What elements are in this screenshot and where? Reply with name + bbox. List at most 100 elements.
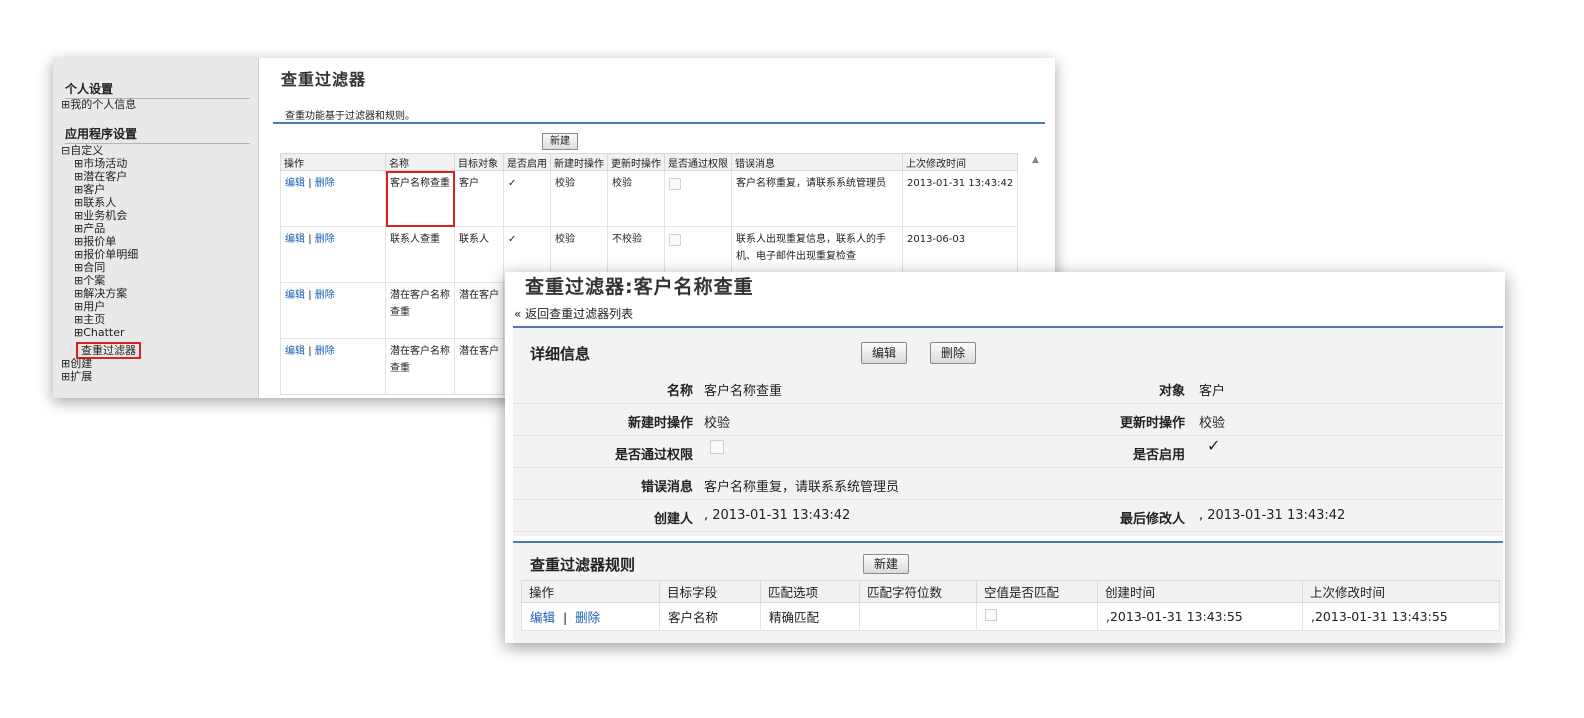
name-value: 客户名称查重 [704,384,783,399]
sidebar-item-quote-lines[interactable]: ⊞报价单明细 [74,248,138,261]
column-header[interactable]: 更新时操作 [607,153,665,171]
table-row: 编辑 | 删除 客户名称查重 客户 ✓ 校验 校验 客户名称重复，请联系系统管理… [280,170,1019,227]
column-header[interactable]: 匹配选项 [760,580,860,603]
detail-page-title: 查重过滤器:客户名称查重 [525,276,754,298]
filter-name-cell[interactable]: 联系人查重 [385,226,455,283]
error-label: 错误消息 [640,480,693,495]
detail-row-flags: 是否通过权限 是否启用 ✓ [513,436,1503,468]
sidebar-item-chatter[interactable]: ⊞Chatter [74,326,125,339]
column-header[interactable]: 目标对象 [454,153,504,171]
new-filter-button[interactable]: 新建 [542,133,578,150]
personal-settings-heading: 个人设置 [65,80,250,99]
edit-link[interactable]: 编辑 [285,346,305,357]
sidebar-item-duplicate-filters[interactable]: 查重过滤器 [76,342,141,359]
delete-link[interactable]: 删除 [315,346,335,357]
row-actions: 编辑 | 删除 [280,282,386,339]
edit-button[interactable]: 编辑 [861,342,908,364]
sidebar-item-contracts[interactable]: ⊞合同 [74,261,105,274]
separator: | [308,346,312,357]
sidebar-item-users[interactable]: ⊞用户 [74,300,105,313]
back-to-list-link[interactable]: « 返回查重过滤器列表 [514,305,633,322]
rules-table: 操作 目标字段 匹配选项 匹配字符位数 空值是否匹配 创建时间 上次修改时间 编… [521,580,1500,631]
filter-detail-window: 查重过滤器:客户名称查重 « 返回查重过滤器列表 详细信息 编辑 删除 名称 客… [505,272,1505,643]
row-actions: 编辑 | 删除 [521,602,660,631]
on-create-value: 校验 [704,416,731,431]
table-header-row: 操作 名称 目标对象 是否启用 新建时操作 更新时操作 是否通过权限 错误消息 … [280,153,1019,171]
column-header[interactable]: 名称 [385,153,455,171]
object-value: 客户 [1199,384,1226,399]
delete-link[interactable]: 删除 [315,290,335,301]
table-header-row: 操作 目标字段 匹配选项 匹配字符位数 空值是否匹配 创建时间 上次修改时间 [521,580,1500,603]
sidebar-item-customize[interactable]: ⊟自定义 [61,144,103,157]
delete-link[interactable]: 删除 [575,610,600,625]
sidebar-item-my-info[interactable]: ⊞我的个人信息 [61,98,136,111]
sidebar-item-contacts[interactable]: ⊞联系人 [74,196,116,209]
checkbox-unchecked-icon [985,609,997,621]
bypass-cell [664,170,732,227]
match-cell: 精确匹配 [760,602,860,631]
sidebar-item-cases[interactable]: ⊞个案 [74,274,105,287]
modified-cell: ,2013-01-31 13:43:55 [1302,602,1500,631]
sidebar-item-products[interactable]: ⊞产品 [74,222,105,235]
separator: | [562,610,568,625]
detail-row-error: 错误消息 客户名称重复，请联系系统管理员 [513,468,1503,500]
sidebar-item-leads[interactable]: ⊞潜在客户 [74,170,127,183]
delete-link[interactable]: 删除 [315,178,335,189]
created-cell: ,2013-01-31 13:43:55 [1097,602,1303,631]
edit-link[interactable]: 编辑 [285,178,305,189]
rules-section: 查重过滤器规则 新建 操作 目标字段 匹配选项 匹配字符位数 空值是否匹配 创建… [513,541,1503,643]
detail-section: 详细信息 编辑 删除 名称 客户名称查重 对象 客户 新建时操作 校验 更新时操… [513,326,1503,536]
error-message-cell: 客户名称重复，请联系系统管理员 [731,170,903,227]
app-settings-heading: 应用程序设置 [65,125,250,144]
filter-name-cell[interactable]: 潜在客户名称查重 [385,338,455,395]
check-icon: ✓ [1207,436,1221,455]
column-header[interactable]: 是否启用 [503,153,551,171]
column-header[interactable]: 新建时操作 [550,153,608,171]
column-header[interactable]: 上次修改时间 [901,153,1019,171]
on-update-cell: 校验 [607,170,665,227]
edit-link[interactable]: 编辑 [285,290,305,301]
table-row: 编辑 | 删除 客户名称 精确匹配 ,2013-01-31 13:43:55 ,… [521,602,1500,631]
separator: | [308,234,312,245]
edit-link[interactable]: 编辑 [530,610,555,625]
created-by-label: 创建人 [653,512,693,527]
modified-cell: 2013-01-31 13:43:42 [901,170,1019,227]
modified-by-label: 最后修改人 [1119,512,1185,527]
delete-link[interactable]: 删除 [315,234,335,245]
sidebar-item-solutions[interactable]: ⊞解决方案 [74,287,127,300]
filter-name-cell[interactable]: 客户名称查重 [385,170,455,227]
detail-row-actions: 新建时操作 校验 更新时操作 校验 [513,404,1503,436]
section-divider [273,122,1045,124]
enabled-label: 是否启用 [1132,448,1185,463]
sidebar-item-accounts[interactable]: ⊞客户 [74,183,105,196]
column-header[interactable]: 上次修改时间 [1302,580,1500,603]
column-header[interactable]: 创建时间 [1097,580,1303,603]
column-header[interactable]: 匹配字符位数 [859,580,977,603]
sidebar-item-opportunities[interactable]: ⊞业务机会 [74,209,127,222]
column-header[interactable]: 错误消息 [731,153,903,171]
sidebar-item-quotes[interactable]: ⊞报价单 [74,235,116,248]
column-header[interactable]: 空值是否匹配 [976,580,1098,603]
column-header[interactable]: 目标字段 [659,580,761,603]
sidebar-item-extend[interactable]: ⊞扩展 [61,370,92,383]
created-by-value: , 2013-01-31 13:43:42 [704,508,851,523]
checkbox-unchecked-icon [669,234,681,246]
bypass-label: 是否通过权限 [614,448,693,463]
column-header[interactable]: 是否通过权限 [664,153,732,171]
object-cell: 潜在客户 [454,282,504,339]
row-actions: 编辑 | 删除 [280,226,386,283]
sidebar-item-campaigns[interactable]: ⊞市场活动 [74,157,127,170]
scroll-up-icon[interactable]: ▲ [1032,155,1039,165]
new-rule-button[interactable]: 新建 [863,554,910,574]
sidebar-item-home[interactable]: ⊞主页 [74,313,105,326]
on-update-label: 更新时操作 [1119,416,1185,431]
column-header[interactable]: 操作 [280,153,386,171]
filter-name-cell[interactable]: 潜在客户名称查重 [385,282,455,339]
delete-button[interactable]: 删除 [930,342,977,364]
enabled-check-icon: ✓ [503,170,551,227]
column-header[interactable]: 操作 [521,580,660,603]
row-actions: 编辑 | 删除 [280,170,386,227]
sidebar-item-create[interactable]: ⊞创建 [61,357,92,370]
error-value: 客户名称重复，请联系系统管理员 [704,480,900,495]
edit-link[interactable]: 编辑 [285,234,305,245]
